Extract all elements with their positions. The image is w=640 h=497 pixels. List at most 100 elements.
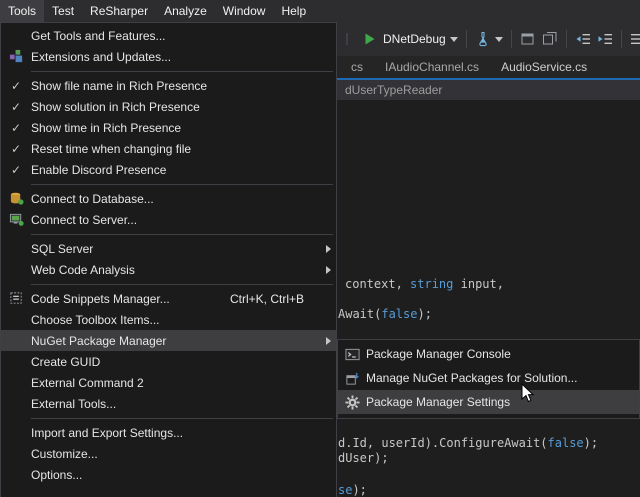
editor-tab[interactable]: IAudioChannel.cs bbox=[374, 56, 490, 78]
menu-item-sql-server[interactable]: SQL Server bbox=[1, 238, 336, 259]
toolbar-separator bbox=[511, 30, 512, 48]
menu-item-label: Options... bbox=[31, 468, 320, 482]
toolbar-separator bbox=[466, 30, 467, 48]
chevron-down-icon[interactable] bbox=[495, 36, 503, 42]
menubar-item-analyze[interactable]: Analyze bbox=[156, 0, 215, 22]
menu-item-create-guid[interactable]: Create GUID bbox=[1, 351, 336, 372]
mouse-cursor bbox=[521, 383, 536, 409]
menubar-item-resharper[interactable]: ReSharper bbox=[82, 0, 156, 22]
menu-item-label: Package Manager Console bbox=[366, 347, 623, 361]
menu-item-label: Extensions and Updates... bbox=[31, 50, 320, 64]
menu-separator bbox=[1, 67, 336, 75]
menu-item-label: Manage NuGet Packages for Solution... bbox=[366, 371, 623, 385]
menu-item-label: Customize... bbox=[31, 447, 320, 461]
submenu-item-manage-nuget-packages-for-solution[interactable]: Manage NuGet Packages for Solution... bbox=[338, 366, 639, 390]
editor-tab[interactable]: cs bbox=[340, 56, 374, 78]
toolbar-grip bbox=[339, 31, 355, 47]
menu-item-extensions-and-updates[interactable]: Extensions and Updates... bbox=[1, 46, 336, 67]
submenu-arrow-icon bbox=[326, 337, 331, 345]
vs-window: ToolsTestReSharperAnalyzeWindowHelp DNet… bbox=[0, 0, 640, 497]
submenu-arrow-icon bbox=[326, 245, 331, 253]
menu-item-label: Web Code Analysis bbox=[31, 263, 320, 277]
menu-item-show-solution-in-rich-presence[interactable]: ✓ Show solution in Rich Presence bbox=[1, 96, 336, 117]
chevron-down-icon[interactable] bbox=[450, 36, 458, 42]
checkmark-icon: ✓ bbox=[11, 143, 21, 155]
menubar-item-help[interactable]: Help bbox=[273, 0, 314, 22]
menu-item-external-command-2[interactable]: External Command 2 bbox=[1, 372, 336, 393]
snippets-icon bbox=[9, 291, 24, 306]
checkmark-icon: ✓ bbox=[11, 122, 21, 134]
menu-item-label: External Command 2 bbox=[31, 376, 320, 390]
menu-item-label: Connect to Server... bbox=[31, 213, 320, 227]
menubar-item-test[interactable]: Test bbox=[44, 0, 82, 22]
menu-item-label: External Tools... bbox=[31, 397, 320, 411]
checkmark-icon: ✓ bbox=[11, 80, 21, 92]
menubar: ToolsTestReSharperAnalyzeWindowHelp bbox=[0, 0, 640, 22]
submenu-arrow-icon bbox=[326, 266, 331, 274]
menu-shortcut: Ctrl+K, Ctrl+B bbox=[230, 292, 304, 306]
menu-item-import-and-export-settings[interactable]: Import and Export Settings... bbox=[1, 422, 336, 443]
menu-separator bbox=[1, 180, 336, 188]
menu-item-customize[interactable]: Customize... bbox=[1, 443, 336, 464]
menu-item-external-tools[interactable]: External Tools... bbox=[1, 393, 336, 414]
menu-item-label: NuGet Package Manager bbox=[31, 334, 320, 348]
menu-item-label: Code Snippets Manager... bbox=[31, 292, 230, 306]
indent-icon[interactable] bbox=[597, 31, 613, 47]
menu-item-label: Choose Toolbox Items... bbox=[31, 313, 320, 327]
menu-item-connect-to-server[interactable]: Connect to Server... bbox=[1, 209, 336, 230]
menu-item-label: Package Manager Settings bbox=[366, 395, 623, 409]
menu-separator bbox=[1, 414, 336, 422]
menu-item-label: Enable Discord Presence bbox=[31, 163, 320, 177]
tools-menu: Get Tools and Features... Extensions and … bbox=[0, 22, 337, 497]
menubar-item-window[interactable]: Window bbox=[215, 0, 274, 22]
menu-item-label: Reset time when changing file bbox=[31, 142, 320, 156]
checkmark-icon: ✓ bbox=[11, 101, 21, 113]
menu-separator bbox=[1, 230, 336, 238]
toolbar-separator bbox=[621, 30, 622, 48]
menu-item-enable-discord-presence[interactable]: ✓ Enable Discord Presence bbox=[1, 159, 336, 180]
menu-item-web-code-analysis[interactable]: Web Code Analysis bbox=[1, 259, 336, 280]
gear-icon bbox=[345, 395, 360, 410]
nuget-submenu: Package Manager Console Manage NuGet Pack… bbox=[337, 339, 640, 419]
database-icon bbox=[9, 191, 24, 206]
checkmark-icon: ✓ bbox=[11, 164, 21, 176]
menu-item-show-file-name-in-rich-presence[interactable]: ✓Show file name in Rich Presence bbox=[1, 75, 336, 96]
menu-item-label: Show time in Rich Presence bbox=[31, 121, 320, 135]
menu-item-label: Import and Export Settings... bbox=[31, 426, 320, 440]
server-icon bbox=[9, 212, 24, 227]
build-config-dropdown[interactable]: DNetDebug bbox=[383, 32, 446, 46]
menu-item-label: Create GUID bbox=[31, 355, 320, 369]
menu-item-reset-time-when-changing-file[interactable]: ✓ Reset time when changing file bbox=[1, 138, 336, 159]
menubar-item-tools[interactable]: Tools bbox=[0, 0, 44, 22]
toolbar-separator bbox=[566, 30, 567, 48]
code-line: d.Id, userId).ConfigureAwait(false); bbox=[338, 436, 598, 450]
menu-separator bbox=[1, 280, 336, 288]
menu-item-options[interactable]: Options... bbox=[1, 464, 336, 485]
menu-item-label: Show solution in Rich Presence bbox=[31, 100, 320, 114]
comment-icon[interactable] bbox=[630, 31, 640, 47]
menu-item-show-time-in-rich-presence[interactable]: ✓ Show time in Rich Presence bbox=[1, 117, 336, 138]
flask-icon[interactable] bbox=[475, 31, 491, 47]
copy-window-icon[interactable] bbox=[542, 31, 558, 47]
menu-item-nuget-package-manager[interactable]: NuGet Package Manager bbox=[1, 330, 336, 351]
menu-item-choose-toolbox-items[interactable]: Choose Toolbox Items... bbox=[1, 309, 336, 330]
menu-item-label: Connect to Database... bbox=[31, 192, 320, 206]
new-window-icon[interactable] bbox=[520, 31, 536, 47]
outdent-icon[interactable] bbox=[575, 31, 591, 47]
breadcrumb[interactable]: dUserTypeReader bbox=[345, 80, 442, 100]
code-line: context, string input, bbox=[345, 277, 504, 291]
menu-item-label: Get Tools and Features... bbox=[31, 29, 320, 43]
code-line: Await(false); bbox=[338, 307, 432, 321]
submenu-item-package-manager-settings[interactable]: Package Manager Settings bbox=[338, 390, 639, 414]
code-line: dUser); bbox=[338, 451, 389, 465]
extensions-icon bbox=[9, 49, 24, 64]
nuget-package-icon bbox=[345, 371, 360, 386]
menu-item-code-snippets-manager[interactable]: Code Snippets Manager...Ctrl+K, Ctrl+B bbox=[1, 288, 336, 309]
menu-item-connect-to-database[interactable]: Connect to Database... bbox=[1, 188, 336, 209]
code-line: se); bbox=[338, 483, 367, 497]
menu-item-label: SQL Server bbox=[31, 242, 320, 256]
menu-item-get-tools-and-features[interactable]: Get Tools and Features... bbox=[1, 25, 336, 46]
editor-tab[interactable]: AudioService.cs bbox=[490, 56, 598, 78]
play-icon[interactable] bbox=[361, 31, 377, 47]
submenu-item-package-manager-console[interactable]: Package Manager Console bbox=[338, 342, 639, 366]
